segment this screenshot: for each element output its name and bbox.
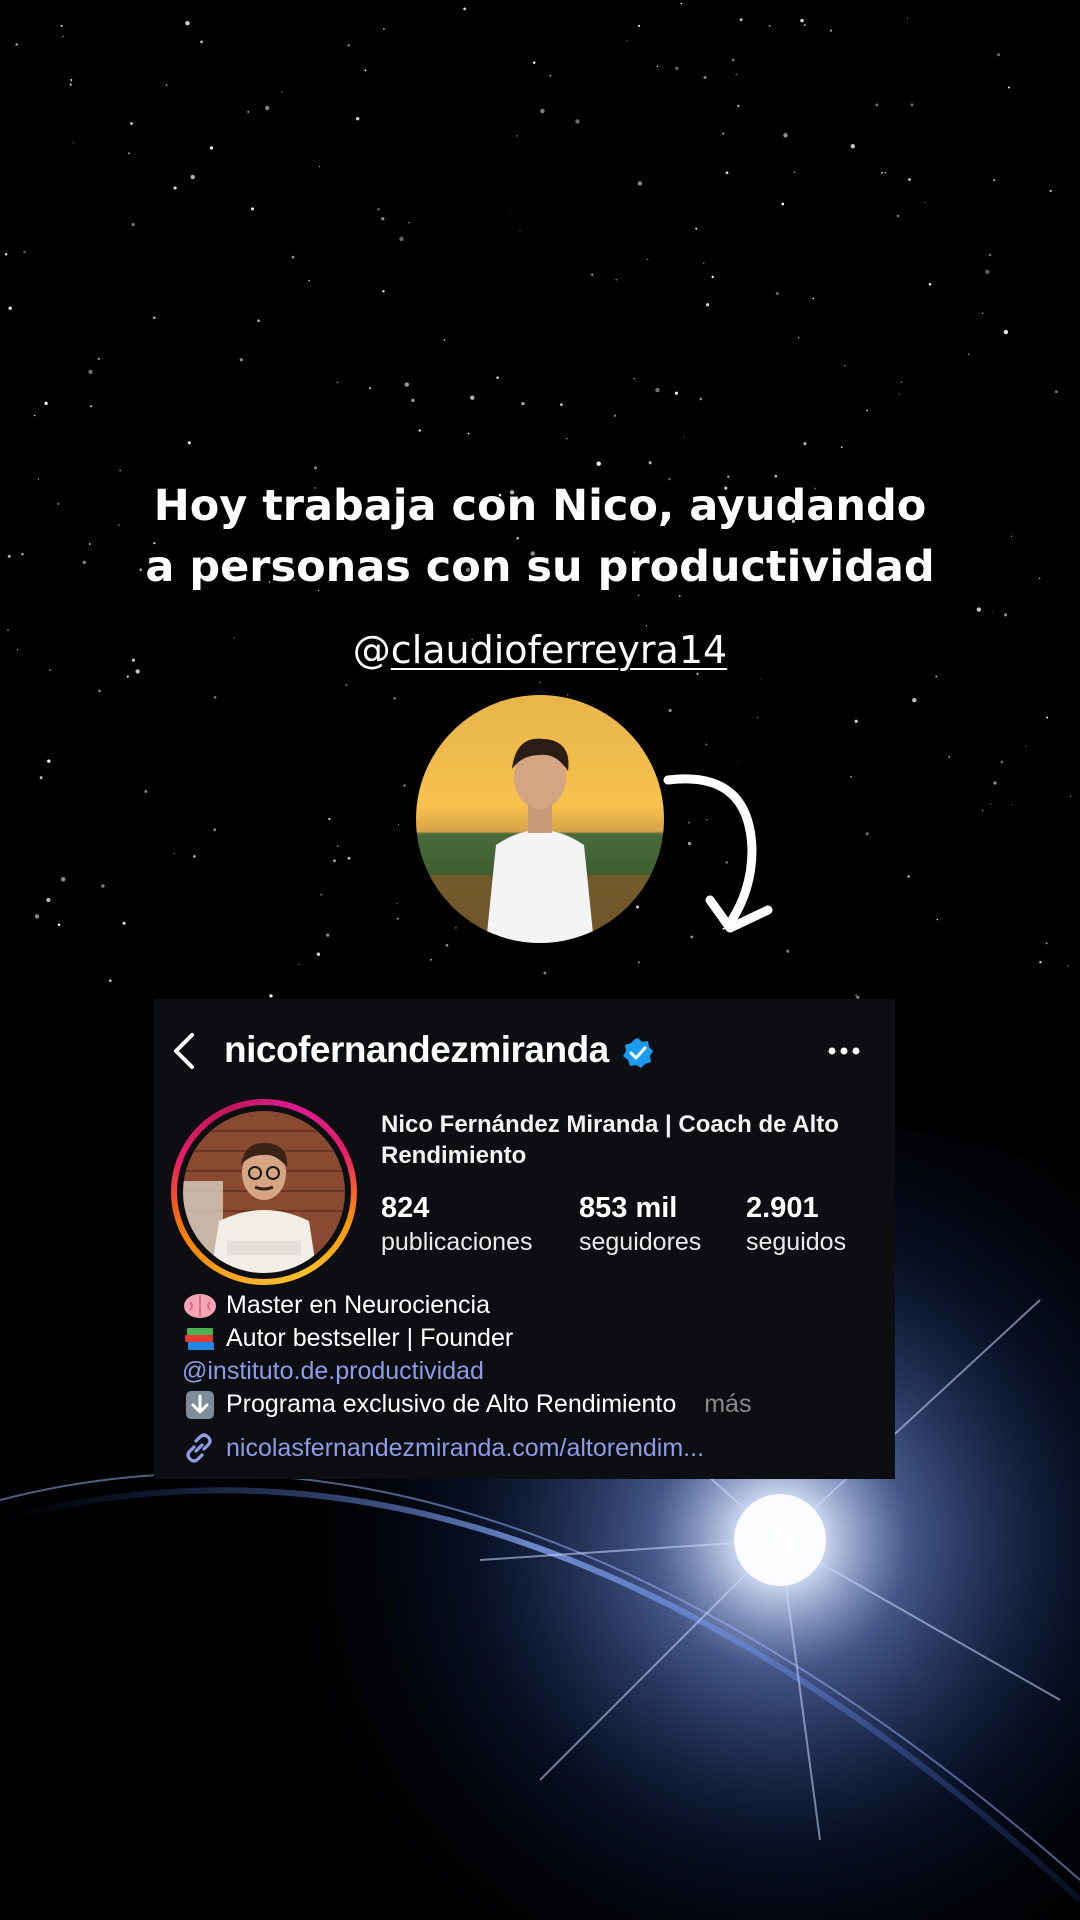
down-arrow-emoji-icon [186, 1390, 214, 1419]
stat-followers-value: 853 mil [579, 1192, 678, 1224]
books-emoji-icon [185, 1327, 214, 1350]
headline: Hoy trabaja con Nico, ayudando a persona… [0, 476, 1080, 598]
handle-name: claudioferreyra14 [390, 628, 728, 672]
profile-link-text: nicolasfernandezmiranda.com/altorendim..… [226, 1433, 705, 1462]
profile-external-link[interactable]: nicolasfernandezmiranda.com/altorendim..… [182, 1431, 704, 1465]
stat-posts-label: publicaciones [381, 1228, 533, 1256]
headline-line-1: Hoy trabaja con Nico, ayudando [153, 481, 927, 531]
profile-bio: Master en Neurociencia Autor bestseller … [182, 1289, 882, 1421]
handle-at: @ [352, 628, 391, 672]
stat-followers[interactable]: 853 mil seguidores [579, 1191, 701, 1257]
more-options-icon[interactable] [826, 1039, 862, 1063]
profile-full-name: Nico Fernández Miranda | Coach de Alto R… [381, 1111, 839, 1169]
bio-line-1: Master en Neurociencia [226, 1291, 491, 1319]
profile-username: nicofernandezmiranda [224, 1029, 609, 1070]
stat-following-value: 2.901 [746, 1192, 819, 1224]
creator-handle[interactable]: @claudioferreyra14 [0, 628, 1080, 672]
headline-line-2: a personas con su productividad [145, 542, 935, 592]
link-icon [186, 1433, 212, 1463]
stat-following[interactable]: 2.901 seguidos [746, 1191, 846, 1257]
curved-arrow-icon [663, 774, 773, 933]
brain-emoji-icon [184, 1293, 216, 1318]
bio-line: Programa exclusivo de Alto Rendimiento m… [182, 1388, 882, 1421]
space-background [0, 0, 1080, 1920]
stat-posts-value: 824 [381, 1192, 430, 1224]
bio-more-button[interactable]: más [704, 1388, 751, 1421]
profile-avatar[interactable] [171, 1099, 357, 1285]
bio-line-2: Autor bestseller | Founder [226, 1324, 514, 1352]
creator-photo [416, 695, 664, 943]
bio-line: @instituto.de.productividad [182, 1355, 882, 1388]
bio-line: Master en Neurociencia [182, 1289, 882, 1322]
stat-followers-label: seguidores [579, 1228, 702, 1256]
bio-line-4: Programa exclusivo de Alto Rendimiento [226, 1390, 677, 1418]
stat-posts[interactable]: 824 publicaciones [381, 1191, 533, 1257]
chevron-left-icon[interactable] [168, 1029, 202, 1073]
bio-mention-link[interactable]: @instituto.de.productividad [182, 1355, 484, 1388]
stat-following-label: seguidos [746, 1228, 847, 1256]
verified-badge-icon [623, 1038, 653, 1068]
bio-line: Autor bestseller | Founder [182, 1322, 882, 1355]
instagram-profile-card: nicofernandezmiranda Nico Fernández Mira… [154, 999, 895, 1479]
